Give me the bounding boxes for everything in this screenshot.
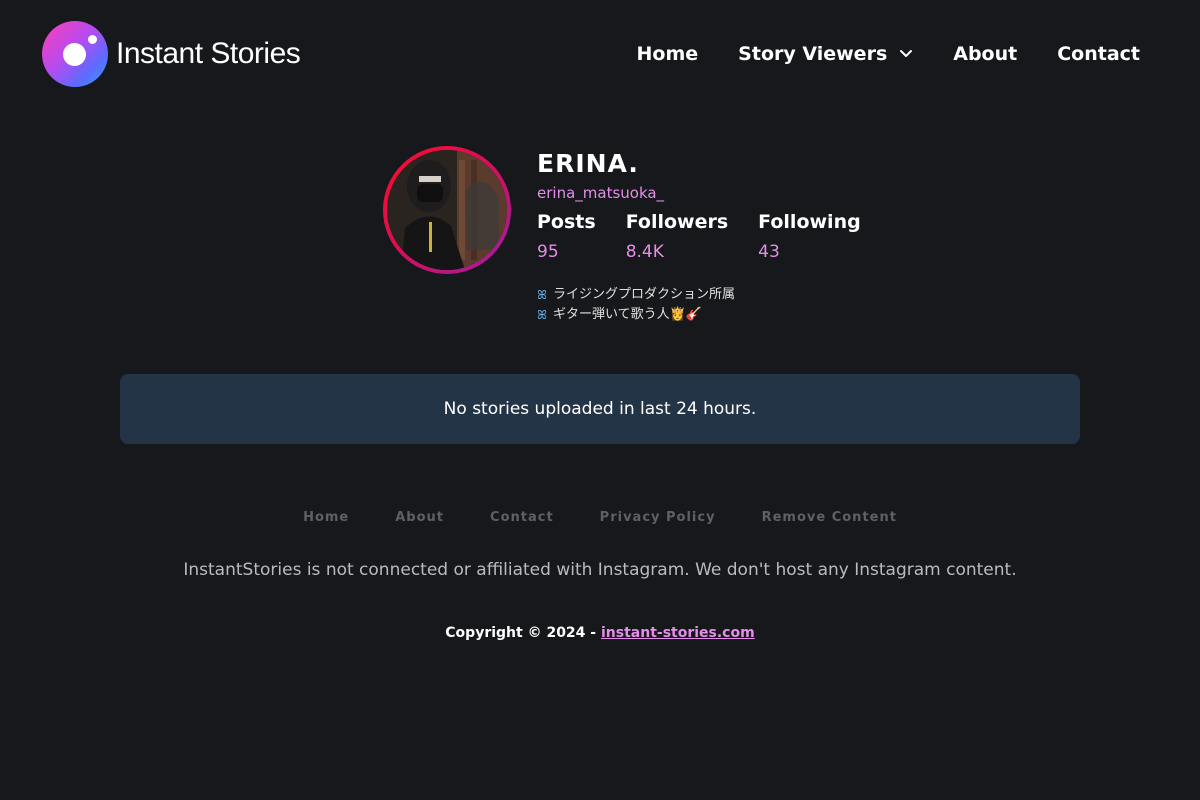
profile-bio: ꕤ ライジングプロダクション所属 ꕤ ギター弾いて歌う人👸🎸 (537, 285, 937, 325)
profile-full-name: ERINA. (537, 149, 639, 178)
nav-story-viewers-dropdown[interactable]: Story Viewers (738, 38, 913, 70)
footer-link-home[interactable]: Home (303, 510, 349, 525)
footer-link-contact[interactable]: Contact (490, 510, 554, 525)
no-stories-text: No stories uploaded in last 24 hours. (443, 399, 757, 419)
stat-following-value: 43 (758, 242, 780, 262)
nav-about[interactable]: About (953, 38, 1017, 70)
avatar-photo (387, 150, 507, 270)
stat-followers-label: Followers (625, 211, 729, 233)
profile-card: ERINA. erina_matsuoka_ Posts 95 Follower… (383, 146, 943, 346)
stat-posts-value: 95 (537, 242, 559, 262)
nav-home-label: Home (636, 43, 699, 65)
profile-info: ERINA. erina_matsuoka_ Posts 95 Follower… (537, 146, 937, 325)
stat-following-label: Following (758, 211, 861, 233)
nav-about-label: About (953, 43, 1018, 65)
stat-posts: Posts 95 (537, 209, 596, 267)
footer-nav: Home About Contact Privacy Policy Remove… (0, 510, 1200, 525)
stat-followers-value: 8.4K (625, 242, 664, 262)
nav-contact-label: Contact (1057, 43, 1140, 65)
avatar (387, 150, 507, 270)
profile-username[interactable]: erina_matsuoka_ (537, 183, 937, 203)
footer-link-privacy-policy[interactable]: Privacy Policy (600, 510, 716, 525)
nav-contact[interactable]: Contact (1057, 38, 1140, 70)
chevron-down-icon (900, 50, 913, 57)
nav-story-viewers-label: Story Viewers (738, 43, 888, 65)
nav-home[interactable]: Home (637, 38, 699, 70)
site-header: Instant Stories Home Story Viewers About… (0, 0, 1200, 108)
bio-line-text: ギター弾いて歌う人👸🎸 (553, 307, 702, 322)
footer-link-remove-content[interactable]: Remove Content (762, 510, 897, 525)
profile-stats: Posts 95 Followers 8.4K Following 43 (537, 209, 937, 267)
bio-line: ꕤ ギター弾いて歌う人👸🎸 (537, 305, 937, 325)
bio-line-text: ライジングプロダクション所属 (553, 287, 736, 302)
site-logo[interactable]: Instant Stories (42, 21, 301, 87)
brand-name: Instant Stories (116, 37, 301, 70)
stat-followers: Followers 8.4K (626, 209, 728, 267)
copyright-text: Copyright © 2024 - (445, 625, 597, 641)
camera-logo-icon (42, 21, 108, 87)
butterfly-icon: ꕤ (537, 308, 547, 322)
stat-following: Following 43 (758, 209, 861, 267)
bio-line: ꕤ ライジングプロダクション所属 (537, 285, 937, 305)
footer-link-about[interactable]: About (395, 510, 444, 525)
stat-posts-label: Posts (537, 211, 596, 233)
butterfly-icon: ꕤ (537, 288, 547, 302)
footer-copyright: Copyright © 2024 - instant-stories.com (0, 625, 1200, 641)
no-stories-notice: No stories uploaded in last 24 hours. (120, 374, 1080, 444)
footer-disclaimer: InstantStories is not connected or affil… (183, 560, 1017, 580)
copyright-site-link[interactable]: instant-stories.com (601, 625, 755, 641)
main-nav: Home Story Viewers About Contact (597, 38, 1140, 70)
avatar-story-ring[interactable] (383, 146, 511, 274)
